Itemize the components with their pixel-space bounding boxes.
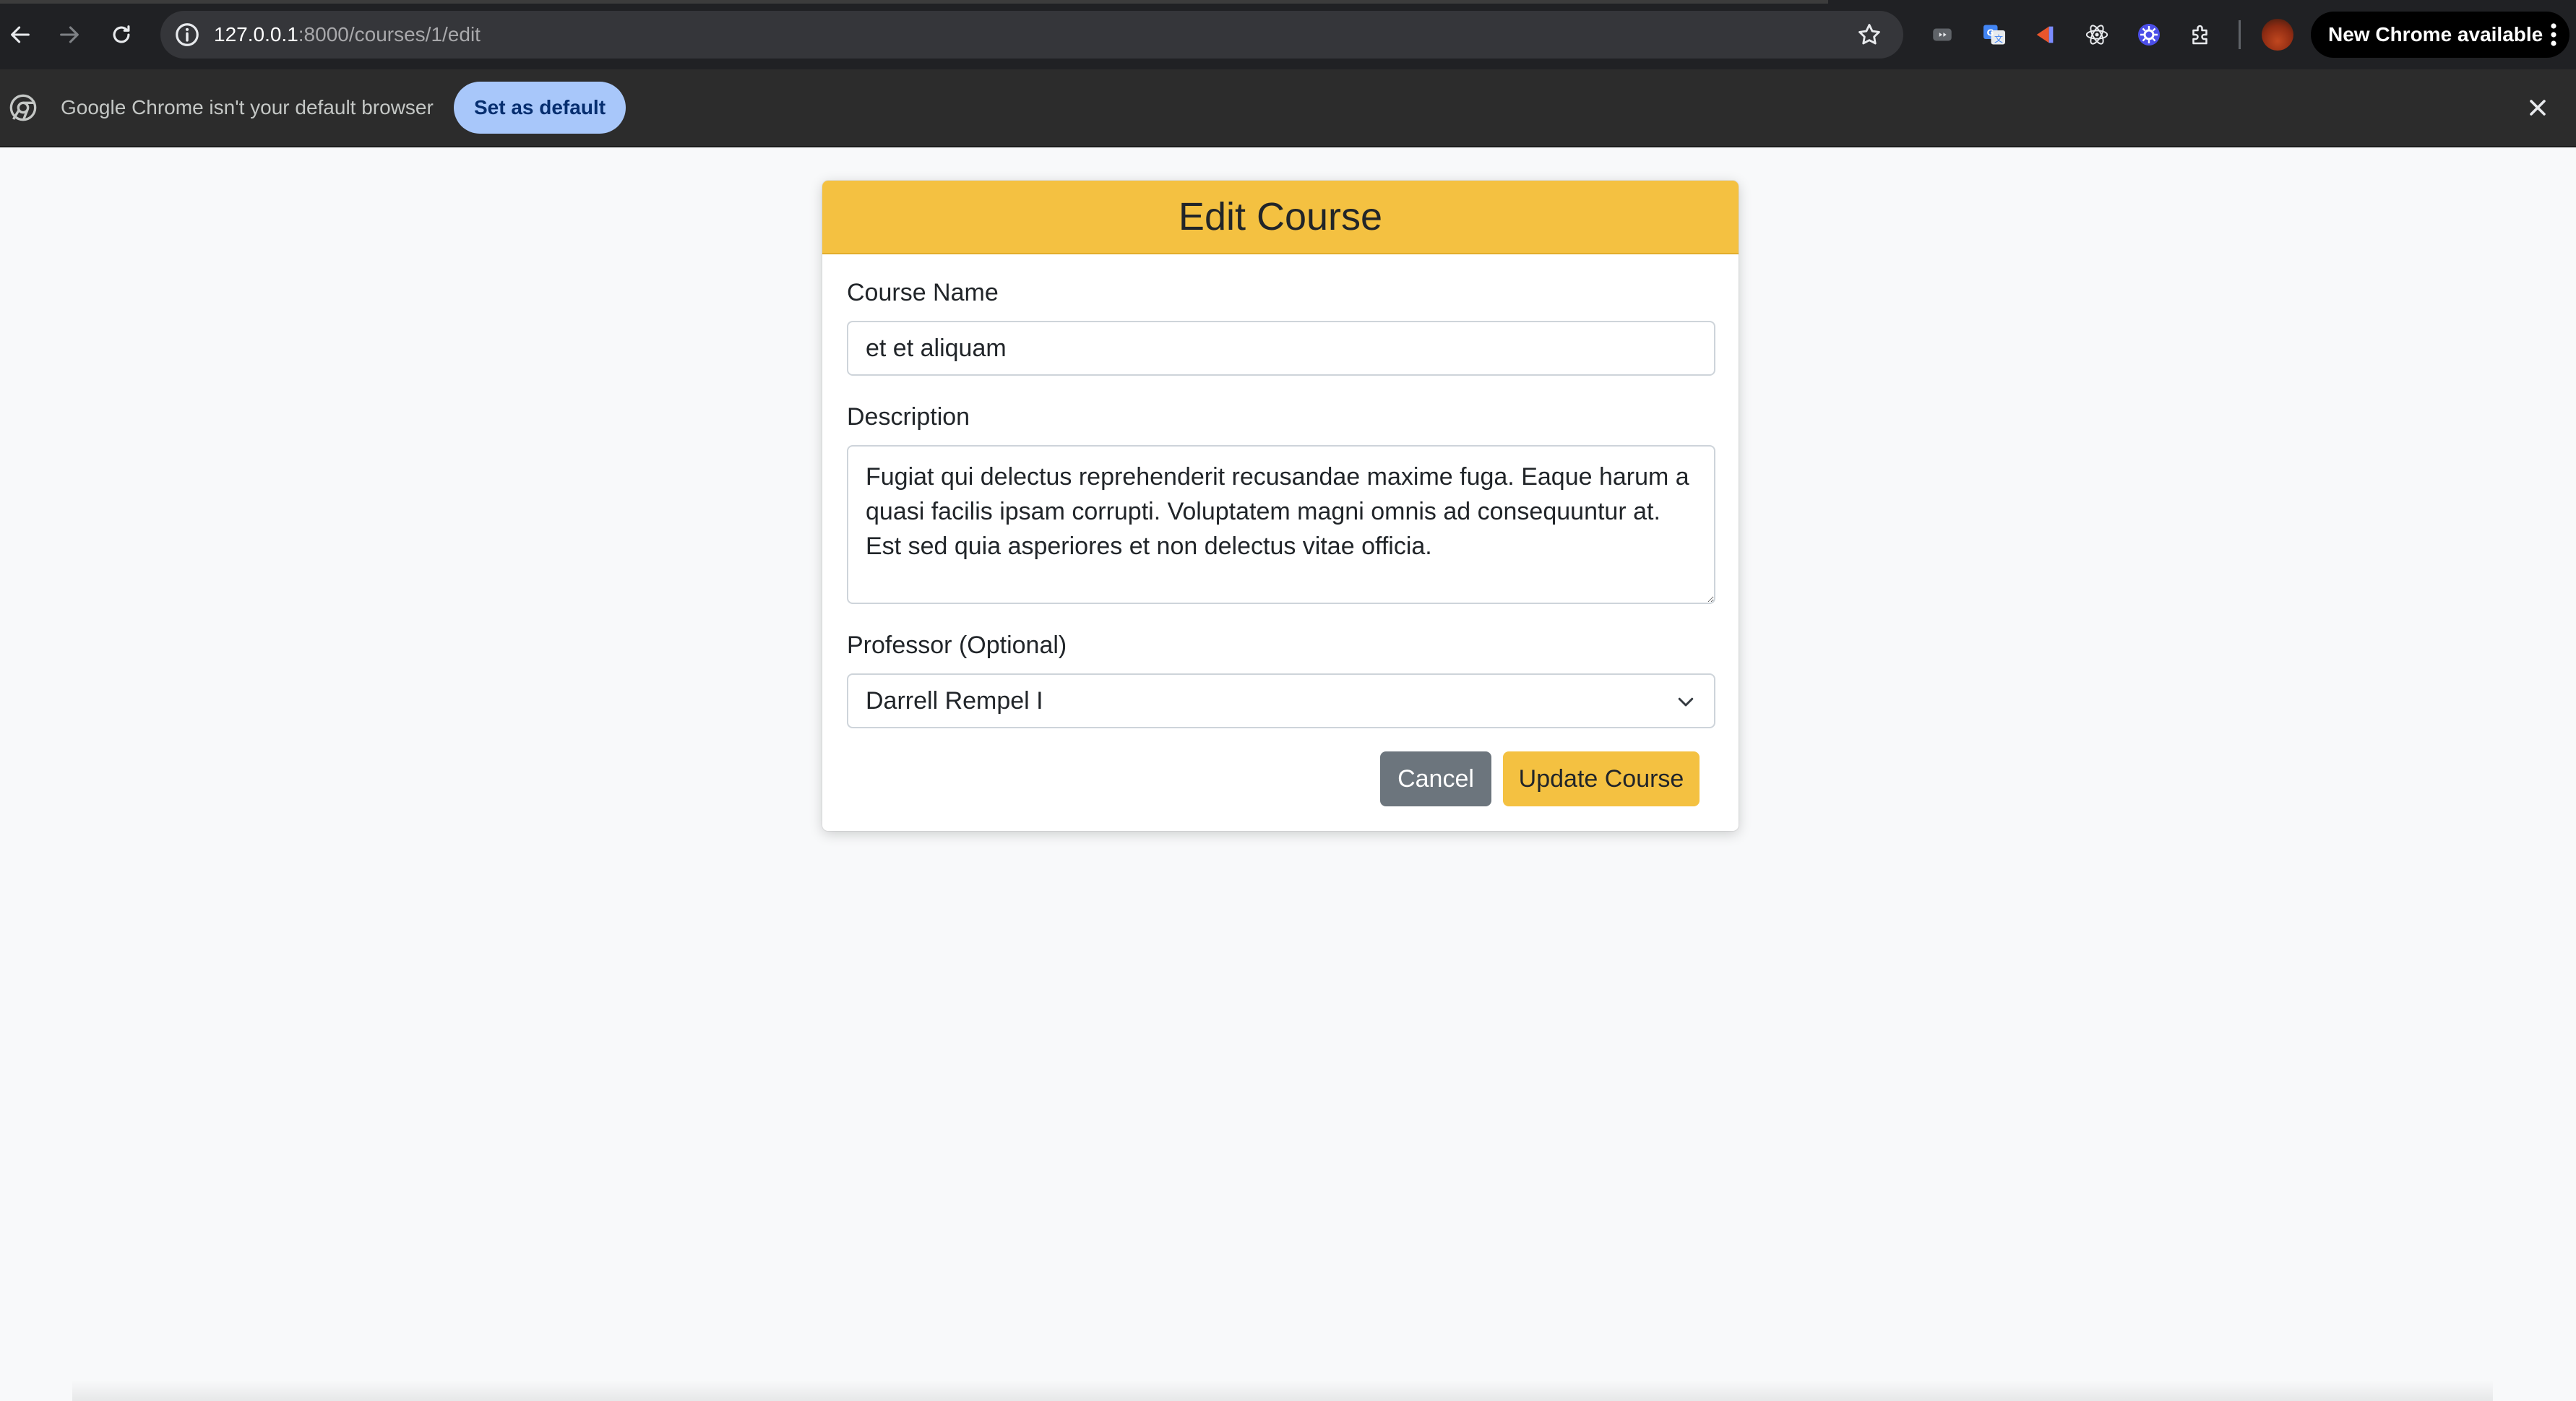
description-textarea[interactable]: Fugiat qui delectus reprehenderit recusa… xyxy=(847,445,1715,604)
bookmark-star-icon[interactable] xyxy=(1856,21,1883,48)
chrome-logo-icon xyxy=(9,94,37,121)
profile-avatar[interactable] xyxy=(2262,19,2293,51)
set-as-default-button[interactable]: Set as default xyxy=(454,82,626,134)
infobar-message: Google Chrome isn't your default browser xyxy=(61,96,434,118)
edit-course-card: Edit Course Course Name Description Fugi… xyxy=(822,181,1739,831)
bottom-edge-shadow xyxy=(72,1380,2493,1401)
url-path: :8000/courses/1/edit xyxy=(298,23,481,46)
settings-extension-icon[interactable] xyxy=(2132,17,2166,52)
professor-select[interactable]: Darrell Rempel I xyxy=(847,673,1715,728)
forward-arrow-icon xyxy=(60,26,79,43)
svg-text:G: G xyxy=(1987,28,1994,38)
translate-icon[interactable]: G文 xyxy=(1977,17,2012,52)
reload-button[interactable] xyxy=(101,14,142,55)
puzzle-extensions-icon[interactable] xyxy=(2184,17,2218,52)
page-title: Edit Course xyxy=(822,181,1739,254)
browser-toolbar: 127.0.0.1:8000/courses/1/edit G文 New Chr… xyxy=(0,0,2576,69)
back-arrow-icon xyxy=(11,26,30,43)
cancel-button[interactable]: Cancel xyxy=(1380,751,1491,806)
close-icon[interactable] xyxy=(2525,95,2551,121)
back-button[interactable] xyxy=(0,14,40,55)
update-course-button[interactable]: Update Course xyxy=(1503,751,1700,806)
course-name-input[interactable] xyxy=(847,321,1715,376)
react-devtools-icon[interactable] xyxy=(2080,17,2114,52)
default-browser-infobar: Google Chrome isn't your default browser… xyxy=(0,69,2576,147)
loading-strip xyxy=(0,0,1828,4)
course-name-label: Course Name xyxy=(847,279,999,306)
svg-text:文: 文 xyxy=(1994,33,2003,44)
professor-select-wrapper: Darrell Rempel I xyxy=(847,673,1715,728)
sidebar-extension-icon[interactable] xyxy=(2028,17,2062,52)
url-host: 127.0.0.1 xyxy=(214,23,298,46)
new-chrome-label: New Chrome available xyxy=(2328,23,2543,46)
professor-label: Professor (Optional) xyxy=(847,631,1067,659)
url-text[interactable]: 127.0.0.1:8000/courses/1/edit xyxy=(214,11,481,59)
new-chrome-available-button[interactable]: New Chrome available xyxy=(2311,12,2569,58)
site-info-icon[interactable] xyxy=(173,21,201,48)
toolbar-divider xyxy=(2239,20,2241,49)
forward-button[interactable] xyxy=(49,14,90,55)
address-bar[interactable]: 127.0.0.1:8000/courses/1/edit xyxy=(160,11,1903,59)
description-label: Description xyxy=(847,403,970,431)
media-router-icon[interactable] xyxy=(1925,17,1960,52)
reload-icon xyxy=(113,25,130,43)
kebab-menu-icon[interactable] xyxy=(2549,22,2558,48)
